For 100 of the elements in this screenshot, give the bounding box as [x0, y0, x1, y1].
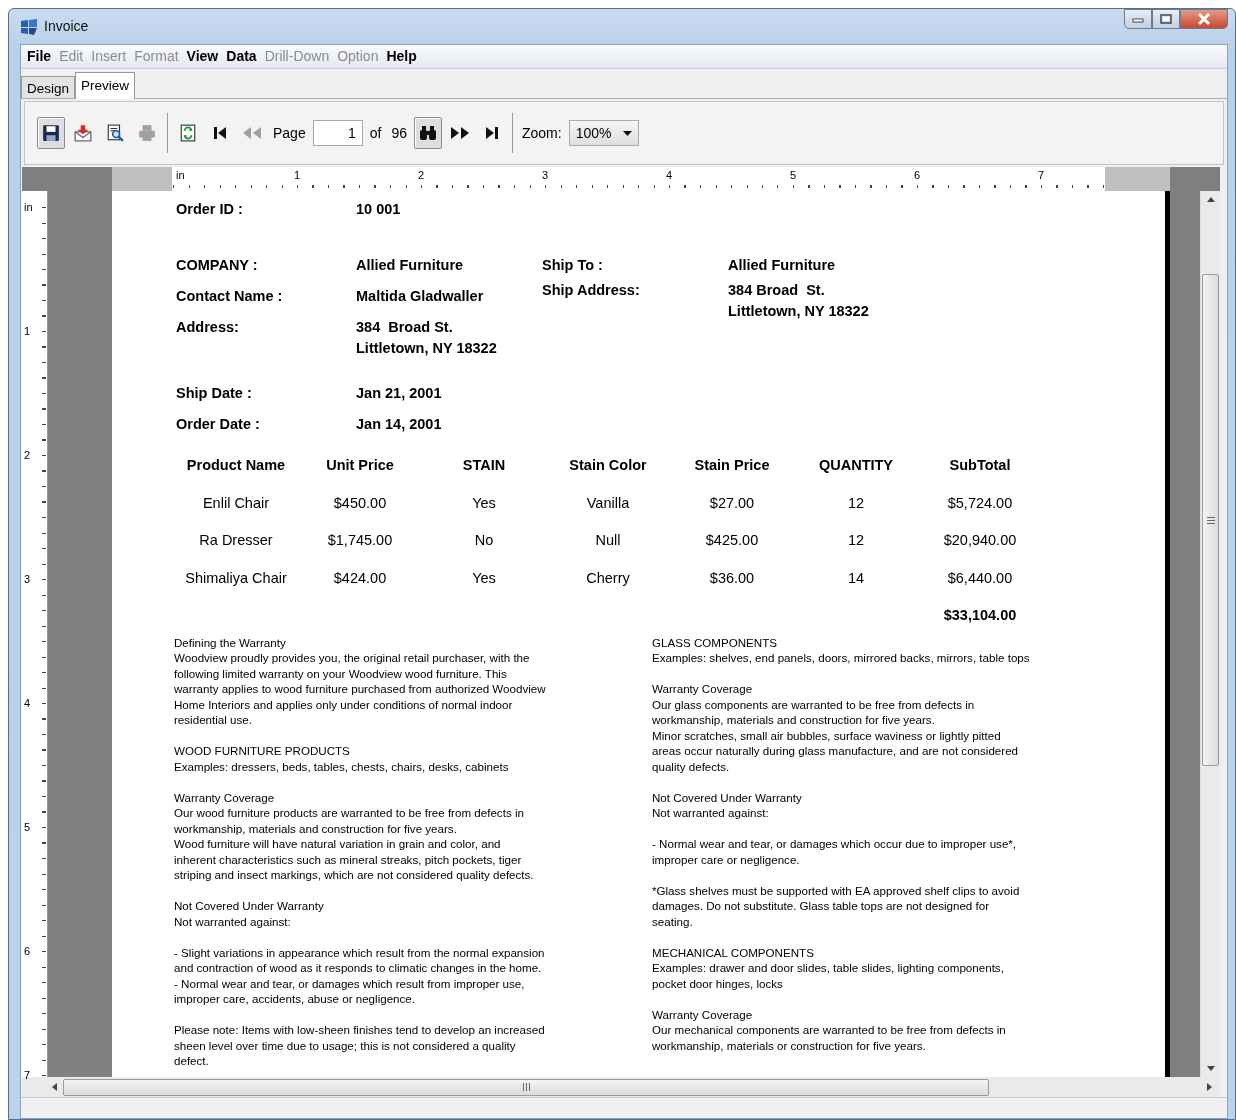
menu-item[interactable]: Data — [222, 46, 261, 67]
warranty-paragraph: Not Covered Under Warranty Not warranted against: — [174, 898, 325, 929]
warranty-paragraph: - Slight variations in appearance which result from the normal expansion and contraction of wood as it responds to climatic changes in the home. - Normal wear and tear, or damages which result from improper use, improper care, accidents, abuse or negligence. — [174, 944, 546, 1007]
toolbar-button[interactable] — [37, 117, 65, 149]
table-cell-text: $27.00 — [708, 493, 756, 513]
warranty-paragraph: Not Covered Under Warranty Not warranted against: — [652, 789, 803, 821]
window-title: Invoice — [44, 17, 89, 36]
binoculars-icon — [417, 124, 438, 142]
minimize-button[interactable] — [1124, 9, 1152, 29]
scrollbar-thumb[interactable] — [63, 1078, 989, 1096]
table-cell-text: Ra Dresser — [198, 531, 274, 550]
column-header: Unit Price — [325, 456, 395, 475]
ruler-number: 4 — [666, 170, 673, 181]
skip-forward-icon — [483, 125, 500, 141]
table-cell-text: 12 — [846, 493, 866, 513]
toolbar-label: Page — [272, 123, 307, 143]
ruler-number: 2 — [24, 450, 31, 461]
horizontal-scrollbar[interactable] — [22, 1077, 1220, 1097]
table-cell-text: 14 — [846, 568, 866, 588]
maximize-button[interactable] — [1152, 9, 1180, 29]
field-label: Ship Date : — [176, 384, 253, 403]
column-header: Stain Price — [693, 456, 771, 475]
page-arrows-icon — [179, 124, 197, 142]
ruler-number: 5 — [24, 822, 31, 833]
menu-item[interactable]: File — [23, 46, 56, 67]
field-value: Allied Furniture — [728, 256, 837, 275]
close-button[interactable] — [1180, 9, 1228, 29]
warranty-paragraph: Please note: Items with low-sheen finishes tend to develop an increased sheen level over time due to usage; this is not considered a quality defect. — [174, 1022, 546, 1069]
field-value: Jan 14, 2001 — [356, 415, 443, 434]
table-cell-text: $1,745.00 — [326, 531, 394, 550]
column-header: SubTotal — [948, 456, 1012, 475]
table-cell-text: $36.00 — [708, 568, 756, 588]
column-header: Stain Color — [568, 456, 648, 475]
menu-item[interactable]: Help — [382, 46, 421, 67]
ruler-number: 2 — [418, 170, 425, 181]
printer-icon — [138, 124, 156, 142]
field-value: 10 001 — [356, 200, 402, 219]
table-cell-text: Null — [594, 531, 622, 550]
scroll-up-icon[interactable] — [1206, 197, 1215, 202]
warranty-paragraph: Warranty Coverage Our mechanical components are warranted to be free from defects in workmanship, materials or construction for five years. — [652, 1006, 1007, 1053]
table-cell-text: $20,940.00 — [942, 531, 1018, 550]
table-cell-text: Yes — [471, 493, 497, 513]
ruler-number: 7 — [24, 1070, 31, 1081]
double-triangle-left-icon — [241, 125, 263, 141]
total-amount: $33,104.00 — [942, 606, 1018, 625]
ruler-number: 3 — [24, 574, 31, 585]
ruler-number: in — [24, 202, 33, 213]
field-label: COMPANY : — [176, 256, 259, 275]
table-cell-text: 12 — [846, 531, 866, 550]
ruler-number: 4 — [24, 698, 31, 709]
table-cell-text: Cherry — [585, 568, 631, 588]
scroll-down-icon[interactable] — [1206, 1066, 1215, 1071]
scroll-right-icon[interactable] — [1207, 1083, 1212, 1091]
minimize-icon — [1132, 15, 1144, 23]
warranty-paragraph: Warranty Coverage Our wood furniture products are warranted to be free from defects in workmanship, materials and construction for five years. Wood furniture will have natural variation in grain and color, and inherent characteristics such as mineral streaks, pitch pockets, tiger striping and insect markings, which are not considered quality defects. — [174, 789, 535, 883]
ruler-number: 7 — [1038, 170, 1045, 181]
tab[interactable]: Preview — [75, 72, 136, 99]
field-label: Order ID : — [176, 200, 244, 219]
field-label: Contact Name : — [176, 287, 284, 306]
column-header: Product Name — [185, 456, 287, 475]
page-magnifier-icon — [106, 124, 124, 142]
field-label: Ship Address: — [542, 281, 641, 300]
warranty-paragraph: Defining the Warranty Woodview proudly provides you, the original retail purchaser, with the following limited warranty on your Woodview wood furniture. This warranty applies to wood furniture purchased from authorized Woodview Home Interiors and applies only under conditions of normal indoor residential use. — [174, 634, 547, 728]
scrollbar-thumb[interactable] — [1202, 274, 1219, 766]
column-header: QUANTITY — [817, 456, 895, 475]
maximize-icon — [1160, 14, 1172, 24]
table-cell-text: $424.00 — [332, 568, 388, 588]
toolbar-label: Zoom: — [520, 123, 563, 143]
field-value: Allied Furniture — [356, 256, 465, 275]
page-number-field[interactable]: 1 — [312, 120, 363, 146]
menu-item[interactable]: View — [182, 46, 223, 67]
toolbar-label: of — [368, 123, 383, 143]
warranty-paragraph: - Normal wear and tear, or damages which occur due to improper use*, improper care or negligence. — [652, 836, 1018, 867]
ruler-number: 3 — [542, 170, 549, 181]
table-cell-text: Enlil Chair — [201, 493, 271, 513]
ruler-number: 1 — [24, 326, 31, 337]
toolbar-label: 96 — [390, 123, 408, 143]
warranty-paragraph: GLASS COMPONENTS Examples: shelves, end panels, doors, mirrored backs, mirrors, table tops — [652, 634, 1030, 666]
scroll-left-icon[interactable] — [52, 1083, 57, 1091]
table-cell-text: $5,724.00 — [946, 493, 1014, 513]
warranty-paragraph: Warranty Coverage Our glass components are warranted to be free from defects in workmanship, materials and construction for five years. Minor scratches, small air bubbles, surface waviness or lightly pitted areas occur naturally during glass manufacture, and are not considered quality defects. — [652, 681, 1020, 774]
table-cell-text: $6,440.00 — [946, 568, 1014, 588]
table-cell-text: Yes — [471, 568, 497, 588]
ruler-number: 6 — [24, 946, 31, 957]
table-cell-text: Shimaliya Chair — [184, 568, 288, 588]
app-icon — [20, 18, 38, 35]
grip-icon — [522, 1083, 530, 1091]
ruler-number: in — [176, 170, 185, 181]
skip-back-icon — [212, 125, 228, 141]
warranty-paragraph: WOOD FURNITURE PRODUCTS Examples: dressers, beds, tables, chests, chairs, desks, cabinets — [174, 743, 510, 774]
grip-icon — [1206, 516, 1215, 524]
vertical-scrollbar[interactable] — [1200, 191, 1220, 1077]
zoom-dropdown[interactable]: 100% — [568, 120, 639, 146]
warranty-paragraph: *Glass shelves must be supported with EA approved shelf clips to avoid damages. Do not substitute. Glass table tops are not designed for seating. — [652, 882, 1021, 929]
tab[interactable]: Design — [21, 76, 76, 98]
toolbar-button[interactable] — [413, 117, 442, 149]
ruler-number: 5 — [790, 170, 797, 181]
double-triangle-right-icon — [448, 125, 471, 141]
field-value: Maltida Gladwaller — [356, 287, 485, 306]
caret-icon — [622, 130, 632, 136]
